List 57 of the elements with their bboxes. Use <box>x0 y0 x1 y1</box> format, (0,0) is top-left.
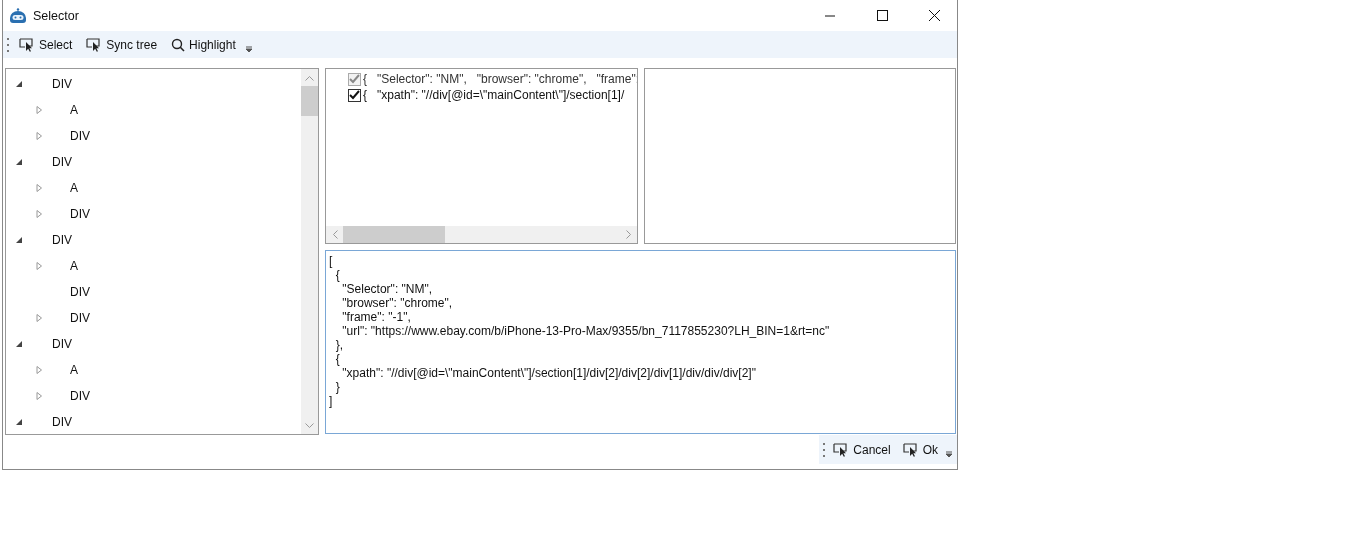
tree-node[interactable]: DIV <box>52 77 72 91</box>
tree-node[interactable]: DIV <box>70 389 90 403</box>
json-editor[interactable]: [ { "Selector": "NM", "browser": "chrome", "frame": "-1", "url": "https://www.ebay.com/b/iPhone-13-Pro-Max/9355/bn_7117855230?LH_BIN=1&rt=nc" }, { "xpath": "//div[@id=\"mainContent\"]/section[1]/div[2]/div[2]/div[1]/div/div/div[2]" } ] <box>325 249 956 434</box>
toolbar-button[interactable]: Highlight <box>166 35 241 54</box>
expanded-icon[interactable] <box>14 79 24 89</box>
tree-node[interactable]: A <box>70 259 78 273</box>
pointer-icon <box>19 37 35 52</box>
collapsed-icon[interactable] <box>34 313 44 323</box>
selector-text: { "Selector": "NM", "browser": "chrome", "frame": <box>363 72 637 86</box>
scroll-up-icon[interactable] <box>305 74 314 81</box>
expanded-icon[interactable] <box>14 235 24 245</box>
collapsed-icon[interactable] <box>34 105 44 115</box>
tree-node[interactable]: DIV <box>52 337 72 351</box>
toolbar-button[interactable]: Sync tree <box>81 35 163 54</box>
overflow-icon[interactable] <box>244 43 253 54</box>
tree-node[interactable]: DIV <box>70 311 90 325</box>
tree-node[interactable]: A <box>70 103 78 117</box>
scroll-right-icon[interactable] <box>625 229 632 239</box>
scroll-left-icon[interactable] <box>331 229 338 239</box>
window-title: Selector <box>33 8 79 23</box>
pointer-icon <box>833 442 850 457</box>
maximize-icon <box>876 10 888 21</box>
close-icon <box>928 10 940 21</box>
collapsed-icon[interactable] <box>34 261 44 271</box>
tree-node[interactable]: DIV <box>70 129 90 143</box>
collapsed-icon[interactable] <box>34 131 44 141</box>
expanded-icon[interactable] <box>14 339 24 349</box>
tree-node[interactable]: DIV <box>70 207 90 221</box>
tree-node[interactable]: DIV <box>52 233 72 247</box>
collapsed-icon[interactable] <box>34 391 44 401</box>
footer-button[interactable]: Ok <box>897 440 943 459</box>
scrollbar-thumb[interactable] <box>343 225 445 243</box>
collapsed-icon[interactable] <box>34 183 44 193</box>
vertical-scrollbar[interactable] <box>301 69 318 434</box>
scrollbar-thumb[interactable] <box>301 86 318 116</box>
robot-icon <box>9 7 27 24</box>
grip-icon[interactable] <box>823 441 827 458</box>
collapsed-icon[interactable] <box>34 365 44 375</box>
expanded-icon[interactable] <box>14 417 24 427</box>
tree-node[interactable]: DIV <box>52 155 72 169</box>
checkbox[interactable] <box>348 88 361 102</box>
selector-text: { "xpath": "//div[@id=\"mainContent\"]/section[1]/ <box>363 88 625 102</box>
tree-node[interactable]: A <box>70 181 78 195</box>
search-icon <box>171 37 186 52</box>
toolbar-button[interactable]: Select <box>14 35 78 54</box>
tree-node[interactable]: DIV <box>52 415 72 429</box>
expanded-icon[interactable] <box>14 157 24 167</box>
overflow-icon[interactable] <box>945 448 953 459</box>
tree-node[interactable]: DIV <box>70 285 90 299</box>
footer-button[interactable]: Cancel <box>828 440 896 459</box>
grip-icon[interactable] <box>7 36 10 53</box>
scroll-down-icon[interactable] <box>305 422 314 429</box>
pointer-icon <box>902 442 919 457</box>
horizontal-scrollbar[interactable] <box>326 225 637 243</box>
collapsed-icon[interactable] <box>34 209 44 219</box>
tree-node[interactable]: A <box>70 363 78 377</box>
pointer-icon <box>86 37 103 52</box>
